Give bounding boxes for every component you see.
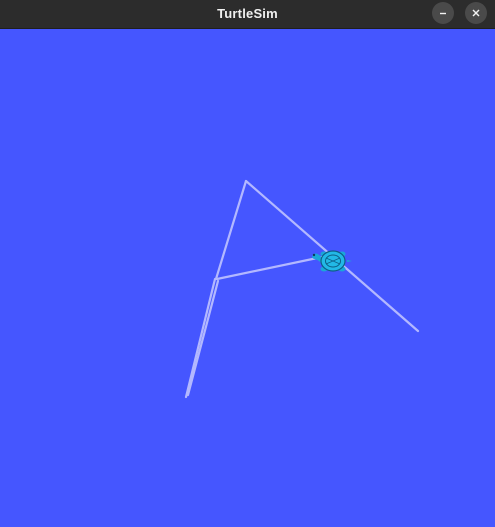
window-title: TurtleSim (217, 6, 278, 21)
close-button[interactable] (465, 2, 487, 24)
turtlesim-window: TurtleSim (0, 0, 495, 527)
title-bar[interactable]: TurtleSim (0, 0, 495, 29)
trail-segment (184, 277, 217, 399)
minimize-button[interactable] (432, 2, 454, 24)
trail-segment (214, 179, 248, 281)
pen-trail (184, 179, 420, 399)
turtle-canvas (0, 29, 495, 527)
close-icon (472, 9, 480, 17)
trail-segment (215, 255, 324, 281)
minimize-icon (440, 12, 446, 15)
trail-segment (186, 279, 220, 397)
